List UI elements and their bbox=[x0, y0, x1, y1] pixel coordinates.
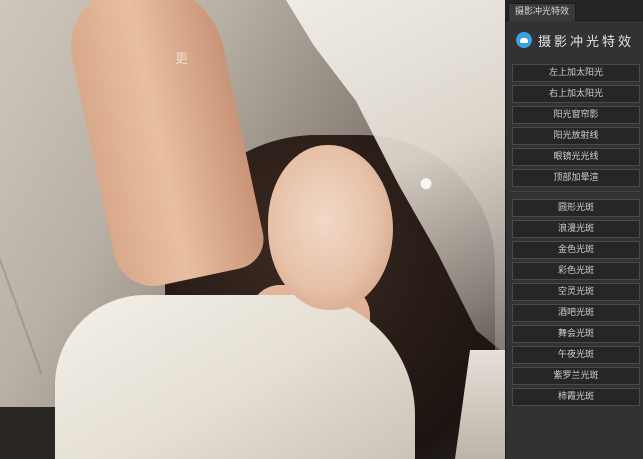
effect-button[interactable]: 顶部加晕渲 bbox=[512, 169, 640, 187]
photo-canvas: 更 bbox=[0, 0, 505, 459]
panel-tab-bar: 摄影冲光特效 bbox=[506, 0, 643, 21]
wall-vein bbox=[0, 205, 43, 375]
effects-panel: 摄影冲光特效 摄影冲光特效 左上加太阳光 右上加太阳光 阳光窗帘影 阳光放射线 … bbox=[505, 0, 643, 459]
effect-button[interactable]: 阳光窗帘影 bbox=[512, 106, 640, 124]
watermark-text: 更 bbox=[175, 52, 189, 67]
effect-button[interactable]: 左上加太阳光 bbox=[512, 64, 640, 82]
effect-button[interactable]: 舞会光斑 bbox=[512, 325, 640, 343]
panel-title: 摄影冲光特效 bbox=[537, 34, 634, 50]
effect-button[interactable]: 金色光斑 bbox=[512, 241, 640, 259]
panel-header: 摄影冲光特效 bbox=[506, 21, 643, 59]
effect-button[interactable]: 柿霞光斑 bbox=[512, 388, 640, 406]
effect-button[interactable]: 右上加太阳光 bbox=[512, 85, 640, 103]
effect-button[interactable]: 彩色光斑 bbox=[512, 262, 640, 280]
effect-button[interactable]: 浪漫光斑 bbox=[512, 220, 640, 238]
white-dress bbox=[55, 295, 415, 459]
effect-button[interactable]: 圆形光斑 bbox=[512, 199, 640, 217]
face bbox=[268, 145, 393, 310]
effect-button[interactable]: 空灵光斑 bbox=[512, 283, 640, 301]
group-divider bbox=[510, 191, 640, 192]
effect-button[interactable]: 眼镜光光线 bbox=[512, 148, 640, 166]
tab-photo-light-effects[interactable]: 摄影冲光特效 bbox=[508, 3, 577, 21]
effect-button[interactable]: 酒吧光斑 bbox=[512, 304, 640, 322]
effect-button[interactable]: 紫罗兰光斑 bbox=[512, 367, 640, 385]
cloud-icon bbox=[515, 32, 532, 48]
effect-button[interactable]: 午夜光斑 bbox=[512, 346, 640, 364]
effect-button[interactable]: 阳光放射线 bbox=[512, 127, 640, 145]
raised-arm bbox=[60, 0, 270, 294]
